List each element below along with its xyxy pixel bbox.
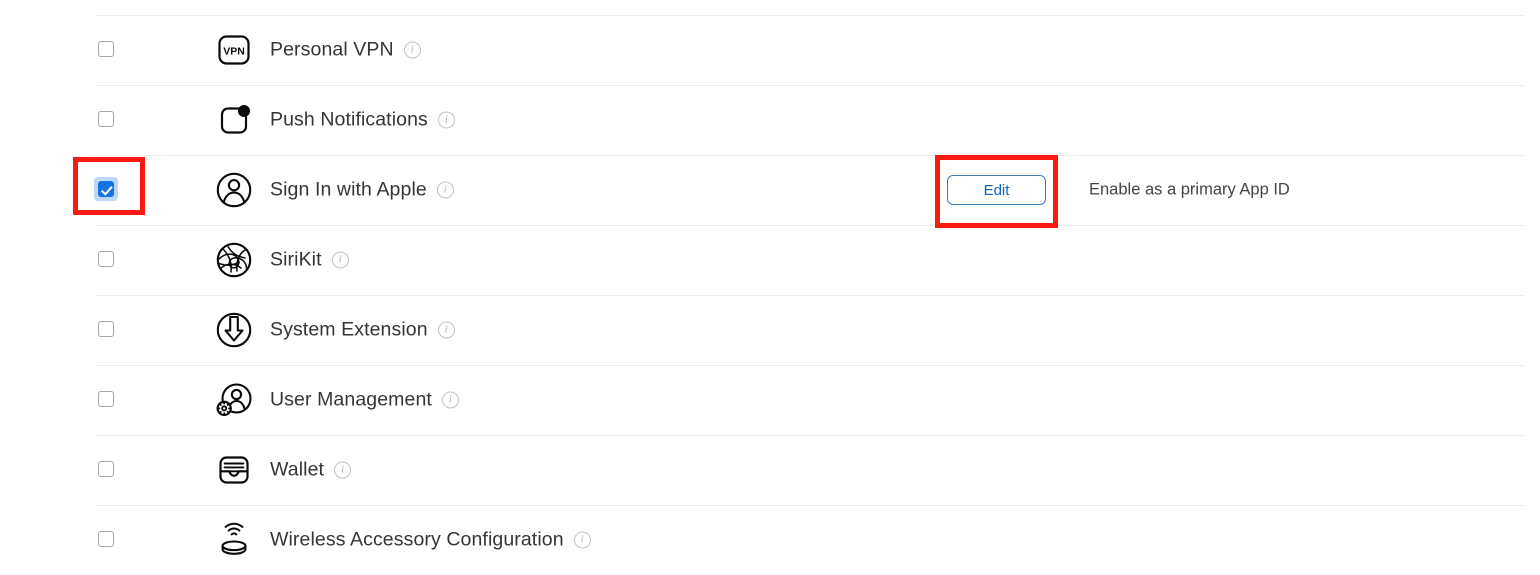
checkbox-box[interactable] (98, 251, 114, 267)
capability-name: User Management (270, 388, 432, 411)
capability-row-system-extension[interactable]: System Extension i (0, 295, 1540, 365)
checkbox-focus-ring (94, 177, 118, 201)
capability-label-group: Wireless Accessory Configuration i (270, 529, 591, 552)
checkbox-box[interactable] (98, 461, 114, 477)
checkbox-box[interactable] (98, 41, 114, 57)
checkbox-wallet[interactable] (98, 461, 116, 479)
info-icon[interactable]: i (573, 531, 591, 549)
sirikit-swirl-icon (212, 238, 256, 282)
info-icon[interactable]: i (437, 111, 455, 129)
user-gear-icon (212, 378, 256, 422)
capability-row-sirikit[interactable]: SiriKit i (0, 225, 1540, 295)
edit-button[interactable]: Edit (947, 175, 1046, 205)
checkbox-box[interactable] (98, 391, 114, 407)
checkbox-box[interactable] (98, 321, 114, 337)
capability-label-group: SiriKit i (270, 249, 349, 272)
info-icon[interactable]: i (437, 321, 455, 339)
download-arrow-circle-icon (212, 308, 256, 352)
push-notifications-icon (212, 98, 256, 142)
checkbox-box[interactable] (98, 181, 114, 197)
capability-label-group: System Extension i (270, 319, 455, 342)
checkbox-box[interactable] (98, 111, 114, 127)
info-icon[interactable]: i (436, 181, 454, 199)
capability-row-user-management[interactable]: User Management i (0, 365, 1540, 435)
capability-name: Sign In with Apple (270, 178, 427, 201)
wallet-icon (212, 448, 256, 492)
info-icon[interactable]: i (331, 251, 349, 269)
checkbox-user-management[interactable] (98, 391, 116, 409)
checkbox-personal-vpn[interactable] (98, 41, 116, 59)
svg-text:VPN: VPN (223, 46, 245, 58)
info-icon[interactable]: i (403, 41, 421, 59)
capability-note: Enable as a primary App ID (1089, 180, 1290, 199)
wireless-accessory-icon (212, 518, 256, 562)
capability-row-wallet[interactable]: Wallet i (0, 435, 1540, 505)
checkbox-sirikit[interactable] (98, 251, 116, 269)
capability-name: Wallet (270, 458, 325, 481)
capability-action: Edit (947, 175, 1046, 205)
vpn-icon: VPN (212, 28, 256, 72)
capability-label-group: Push Notifications i (270, 109, 455, 132)
checkbox-sign-in-with-apple[interactable] (94, 177, 118, 201)
checkbox-wireless-accessory-configuration[interactable] (98, 531, 116, 549)
checkbox-box[interactable] (98, 531, 114, 547)
capability-name: Personal VPN (270, 38, 394, 61)
capability-row-push-notifications[interactable]: Push Notifications i (0, 85, 1540, 155)
capabilities-list: VPN Personal VPN i Push Notifications i (0, 0, 1540, 565)
capability-name: SiriKit (270, 248, 322, 271)
capability-row-personal-vpn[interactable]: VPN Personal VPN i (0, 15, 1540, 85)
capability-label-group: User Management i (270, 389, 459, 412)
info-icon[interactable]: i (334, 461, 352, 479)
capability-label-group: Sign In with Apple i (270, 179, 454, 202)
capability-label-group: Personal VPN i (270, 39, 421, 62)
checkbox-system-extension[interactable] (98, 321, 116, 339)
checkbox-push-notifications[interactable] (98, 111, 116, 129)
capability-row-sign-in-with-apple[interactable]: Sign In with Apple i Edit Enable as a pr… (0, 155, 1540, 225)
capability-label-group: Wallet i (270, 458, 352, 482)
capability-name: Push Notifications (270, 108, 428, 131)
person-circle-icon (212, 168, 256, 212)
capability-name: Wireless Accessory Configuration (270, 528, 564, 551)
info-icon[interactable]: i (441, 391, 459, 409)
capability-name: System Extension (270, 318, 428, 341)
